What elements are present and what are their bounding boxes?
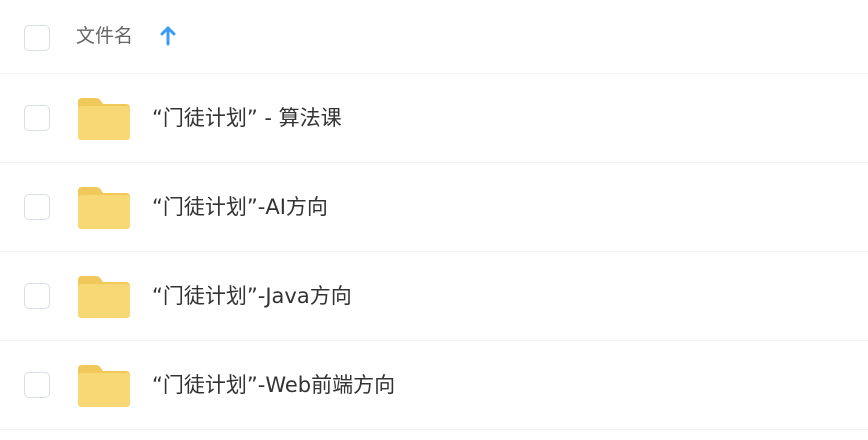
row-checkbox[interactable] bbox=[24, 283, 50, 309]
row-checkbox[interactable] bbox=[24, 105, 50, 131]
file-name[interactable]: “门徒计划”-Web前端方向 bbox=[152, 370, 395, 400]
file-name[interactable]: “门徒计划”-Java方向 bbox=[152, 281, 352, 311]
arrow-up-icon[interactable] bbox=[159, 26, 177, 46]
folder-icon bbox=[78, 98, 130, 140]
filename-column-header[interactable]: 文件名 bbox=[76, 23, 133, 49]
list-item[interactable]: “门徒计划”-AI方向 bbox=[0, 163, 868, 252]
file-list: 文件名 “门徒计划” - 算法课 “门徒计划”-AI方向 “门徒计划”-Java… bbox=[0, 0, 868, 430]
row-checkbox[interactable] bbox=[24, 194, 50, 220]
row-checkbox[interactable] bbox=[24, 372, 50, 398]
list-item[interactable]: “门徒计划”-Java方向 bbox=[0, 252, 868, 341]
list-item[interactable]: “门徒计划” - 算法课 bbox=[0, 74, 868, 163]
file-name[interactable]: “门徒计划”-AI方向 bbox=[152, 192, 328, 222]
list-header: 文件名 bbox=[0, 0, 868, 74]
list-item[interactable]: “门徒计划”-Web前端方向 bbox=[0, 341, 868, 430]
folder-icon bbox=[78, 276, 130, 318]
folder-icon bbox=[78, 365, 130, 407]
folder-icon bbox=[78, 187, 130, 229]
file-name[interactable]: “门徒计划” - 算法课 bbox=[152, 103, 342, 133]
select-all-checkbox[interactable] bbox=[24, 25, 50, 51]
